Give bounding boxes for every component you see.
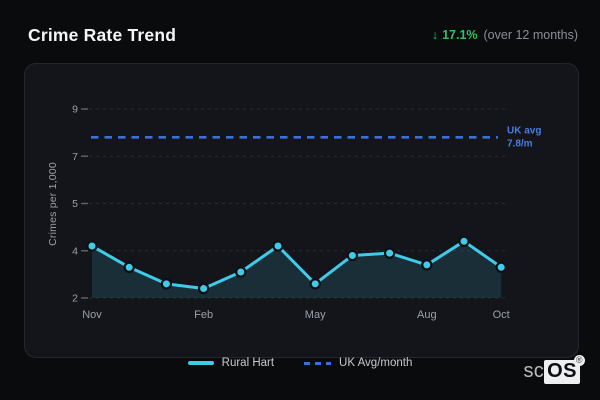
y-tick-label: 7 xyxy=(72,151,78,163)
crime-trend-chart: 9 7 5 4 2 Nov Feb May Aug Oct UK avg 7.8/m xyxy=(72,104,541,322)
x-tick-label: Aug xyxy=(417,309,437,321)
registered-trademark-icon: ® xyxy=(574,355,585,366)
data-point[interactable] xyxy=(197,282,210,295)
trend-area xyxy=(92,241,502,298)
logo-prefix: sc xyxy=(523,360,545,382)
x-tick-label: May xyxy=(305,309,326,321)
y-tick-label: 2 xyxy=(72,293,78,305)
x-tick-label: Oct xyxy=(493,309,510,321)
chart-legend: Rural Hart UK Avg/month xyxy=(0,354,600,372)
rural-hart-line-swatch xyxy=(187,361,214,365)
data-point[interactable] xyxy=(272,240,284,252)
uk-avg-dashed-swatch xyxy=(304,361,332,365)
data-point[interactable] xyxy=(235,266,247,278)
page-title: Crime Rate Trend xyxy=(28,24,177,45)
scos-logo: sc OS ® xyxy=(523,355,585,384)
header: Crime Rate Trend ↓ 17.1% (over 12 months… xyxy=(28,24,578,46)
legend-label-rural-hart: Rural Hart xyxy=(221,357,275,369)
data-point[interactable] xyxy=(123,261,135,273)
legend-label-uk-avg: UK Avg/month xyxy=(339,357,413,369)
data-point[interactable] xyxy=(160,278,173,290)
y-tick-label: 5 xyxy=(72,198,78,210)
data-point[interactable] xyxy=(495,261,507,273)
data-point[interactable] xyxy=(421,259,433,271)
delta-value: 17.1% xyxy=(442,28,478,42)
trend-indicator: ↓ 17.1% (over 12 months) xyxy=(432,28,578,42)
legend-item-rural-hart[interactable]: Rural Hart xyxy=(187,357,275,369)
data-point[interactable] xyxy=(309,278,321,290)
data-point[interactable] xyxy=(458,235,470,247)
down-arrow-icon: ↓ xyxy=(431,28,439,42)
x-tick-label: Nov xyxy=(82,309,102,321)
legend-item-uk-avg[interactable]: UK Avg/month xyxy=(304,357,412,369)
y-tick-label: 4 xyxy=(72,245,78,257)
delta-period: (over 12 months) xyxy=(483,28,578,42)
y-tick-label: 9 xyxy=(72,104,78,116)
data-point[interactable] xyxy=(346,249,359,262)
uk-avg-label-line1: UK avg xyxy=(507,125,541,136)
logo-suffix: OS ® xyxy=(544,355,585,384)
chart-card: Crimes per 1,000 9 7 5 4 2 Nov Feb May Aug Oct UK … xyxy=(24,63,579,358)
data-point[interactable] xyxy=(383,247,396,259)
x-tick-label: Feb xyxy=(194,309,213,321)
uk-avg-label-line2: 7.8/m xyxy=(507,138,533,149)
data-point[interactable] xyxy=(86,240,98,252)
